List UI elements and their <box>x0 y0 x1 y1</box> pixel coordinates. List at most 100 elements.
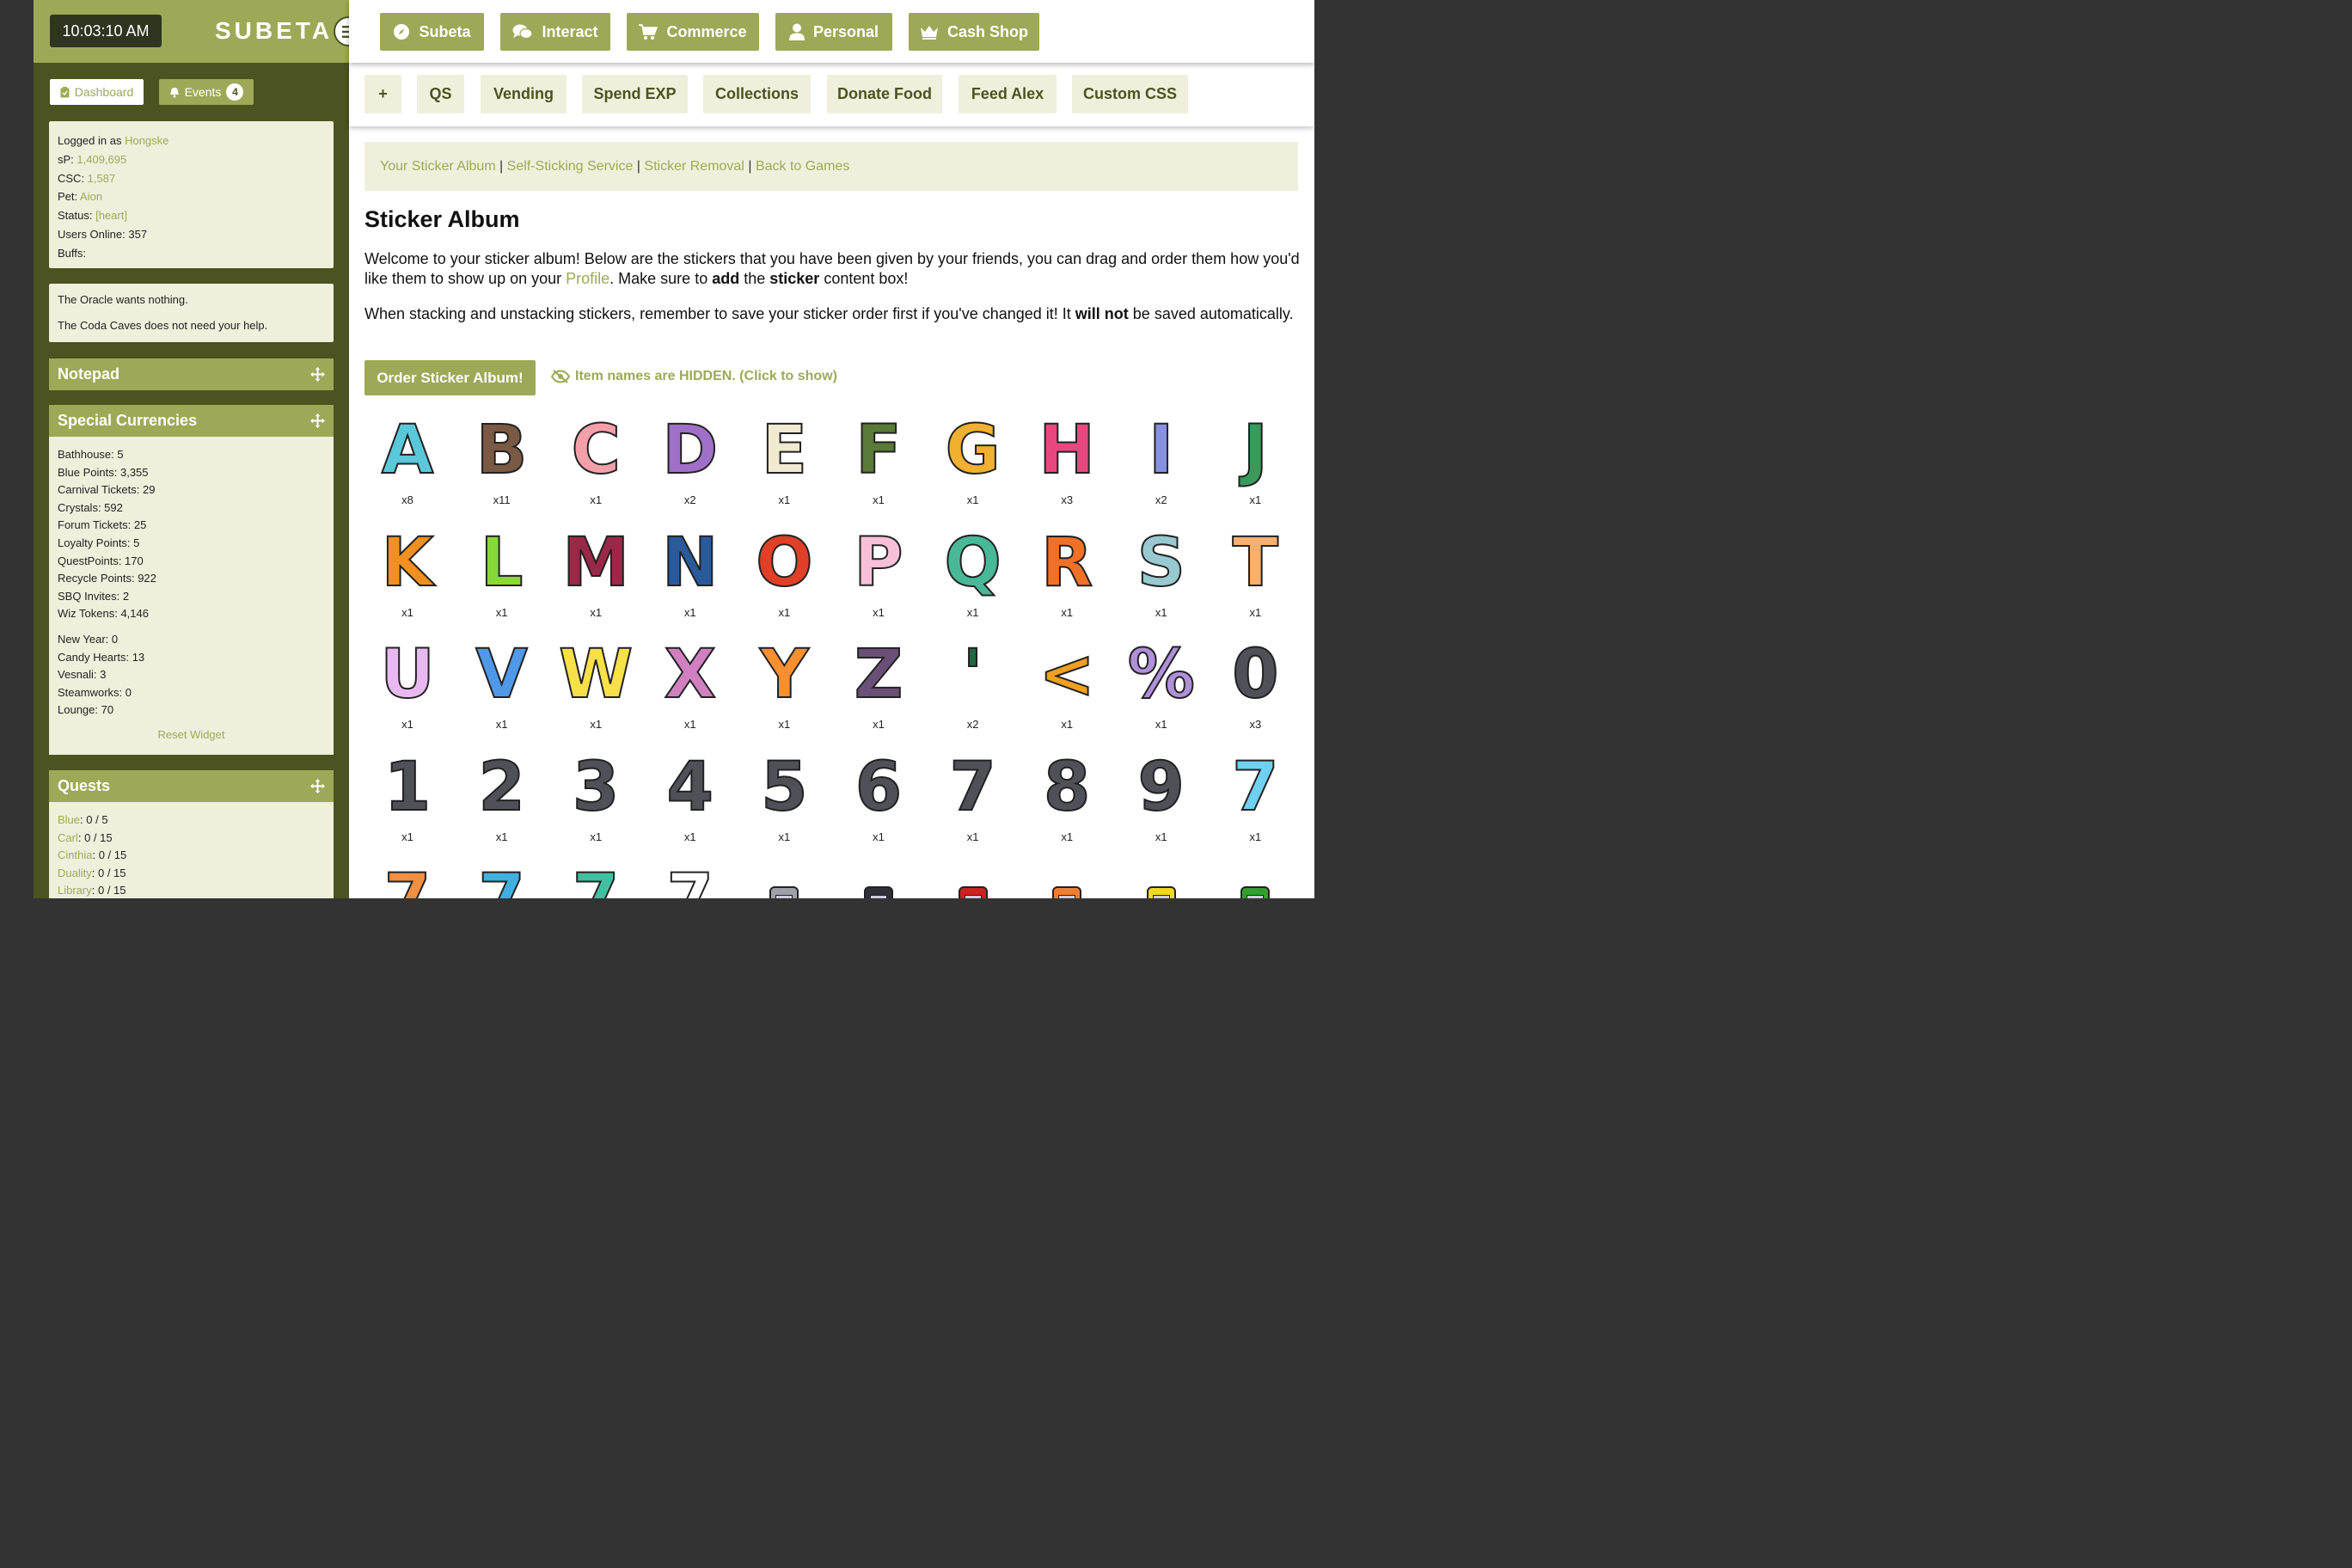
nav-subeta[interactable]: Subeta <box>380 13 484 51</box>
sticker-item[interactable] <box>1024 857 1118 898</box>
quest-name-link[interactable]: Cinthia <box>58 848 92 861</box>
sticker-item[interactable]: 1 x1 <box>364 745 459 857</box>
sticker-item[interactable]: Vx1 <box>459 633 554 744</box>
sticker-item[interactable]: 3 x1 <box>553 745 647 857</box>
sticker-item[interactable]: Gx1 <box>930 408 1025 520</box>
quest-name-link[interactable]: Blue <box>58 813 80 826</box>
sticker-item[interactable]: 9 x1 <box>1118 745 1213 857</box>
quick-link-vending[interactable]: Vending <box>481 75 567 113</box>
quick-link-collections[interactable]: Collections <box>703 75 811 113</box>
sticker-item[interactable]: Ox1 <box>741 521 836 633</box>
sticker-item[interactable] <box>1212 857 1307 898</box>
move-icon[interactable] <box>310 413 325 428</box>
sticker-glyph: 7 <box>572 863 620 898</box>
events-button[interactable]: Events 4 <box>159 79 254 105</box>
quick-link-qs[interactable]: QS <box>417 75 464 113</box>
sticker-item[interactable]: 7 <box>459 857 554 898</box>
sticker-item[interactable]: Ax8 <box>364 408 459 520</box>
sticker-item[interactable]: Zx1 <box>836 633 930 744</box>
sticker-item[interactable]: Hx3 <box>1024 408 1118 520</box>
quest-name-link[interactable]: Duality <box>58 867 92 879</box>
sticker-item[interactable]: Lx1 <box>459 521 554 633</box>
sticker-item[interactable]: Rx1 <box>1024 521 1118 633</box>
quest-name-link[interactable]: Carl <box>58 831 78 844</box>
sticker-item[interactable]: Bx11 <box>459 408 554 520</box>
link-back-to-games[interactable]: Back to Games <box>756 159 849 174</box>
sticker-item[interactable]: 5 x1 <box>741 745 836 857</box>
sticker-glyph: K <box>381 524 434 602</box>
pet-link[interactable]: Aion <box>80 190 102 203</box>
nav-cash-shop[interactable]: Cash Shop <box>909 13 1039 51</box>
quick-link-add[interactable]: + <box>364 75 401 113</box>
quest-progress: : 0 / 5 <box>80 813 108 826</box>
coda-caves-status: The Coda Caves does not need your help. <box>58 319 268 332</box>
link-your-sticker-album[interactable]: Your Sticker Album <box>380 159 496 174</box>
nav-personal[interactable]: Personal <box>775 13 892 51</box>
order-sticker-album-button[interactable]: Order Sticker Album! <box>364 360 536 395</box>
sticker-item[interactable]: < x1 <box>1024 633 1118 744</box>
currencies-widget-header[interactable]: Special Currencies <box>49 405 334 437</box>
sticker-item[interactable]: 4 x1 <box>647 745 742 857</box>
sticker-item[interactable]: 7 <box>364 857 459 898</box>
sticker-item[interactable]: ' x2 <box>930 633 1025 744</box>
sticker-item[interactable]: Ix2 <box>1118 408 1213 520</box>
username-link[interactable]: Hongske <box>125 134 168 147</box>
quick-link-feed-alex[interactable]: Feed Alex <box>959 75 1057 113</box>
sticker-item[interactable]: 6 x1 <box>836 745 930 857</box>
sticker-item[interactable]: 2 x1 <box>459 745 554 857</box>
sticker-item[interactable]: 7 <box>553 857 647 898</box>
sticker-item[interactable]: Yx1 <box>741 633 836 744</box>
sticker-item[interactable]: Ux1 <box>364 633 459 744</box>
sticker-item[interactable]: Px1 <box>836 521 930 633</box>
quick-link-donate-food[interactable]: Donate Food <box>827 75 942 113</box>
sticker-item[interactable]: 8 x1 <box>1024 745 1118 857</box>
nav-commerce[interactable]: Commerce <box>627 13 759 51</box>
link-self-sticking-service[interactable]: Self-Sticking Service <box>507 159 634 174</box>
sp-value[interactable]: 1,409,695 <box>77 153 126 166</box>
sticker-item[interactable]: Qx1 <box>930 521 1025 633</box>
separator: | <box>495 159 507 174</box>
quick-link-custom-css[interactable]: Custom CSS <box>1072 75 1188 113</box>
sticker-item[interactable]: Sx1 <box>1118 521 1213 633</box>
sticker-item[interactable]: Xx1 <box>647 633 742 744</box>
sticker-item[interactable]: Ex1 <box>741 408 836 520</box>
dashboard-button[interactable]: Dashboard <box>50 79 144 105</box>
quests-widget-header[interactable]: Quests <box>49 770 334 802</box>
sticker-item[interactable]: % x1 <box>1118 633 1213 744</box>
link-sticker-removal[interactable]: Sticker Removal <box>644 159 744 174</box>
sticker-item[interactable]: 7 <box>647 857 742 898</box>
sticker-item[interactable] <box>1118 857 1213 898</box>
sticker-item[interactable]: Tx1 <box>1212 521 1307 633</box>
eye-slash-icon <box>551 370 570 383</box>
sticker-item[interactable]: Wx1 <box>553 633 647 744</box>
csc-value[interactable]: 1,587 <box>88 172 116 185</box>
move-icon[interactable] <box>310 779 325 793</box>
sticker-item[interactable]: 7 x1 <box>1212 745 1307 857</box>
sticker-item[interactable] <box>741 857 836 898</box>
sticker-glyph: 7 <box>383 863 432 898</box>
sticker-item[interactable]: Jx1 <box>1212 408 1307 520</box>
sticker-item[interactable]: Nx1 <box>647 521 742 633</box>
sticker-item[interactable]: 7 x1 <box>930 745 1025 857</box>
brand-logo[interactable]: SUBETA <box>215 15 333 46</box>
sticker-item[interactable]: Dx2 <box>647 408 742 520</box>
item-names-toggle[interactable]: Item names are HIDDEN. (Click to show) <box>551 369 837 384</box>
nav-interact[interactable]: Interact <box>500 13 610 51</box>
status-value[interactable]: [heart] <box>95 209 127 222</box>
user-info-box: Logged in as Hongske sP: 1,409,695 CSC: … <box>49 121 334 268</box>
sticker-item[interactable]: Kx1 <box>364 521 459 633</box>
sticker-item[interactable]: 0 x3 <box>1212 633 1307 744</box>
reset-widget-link[interactable]: Reset Widget <box>58 728 325 741</box>
quick-link-spend-exp[interactable]: Spend EXP <box>582 75 688 113</box>
sticker-item[interactable]: Fx1 <box>836 408 930 520</box>
sticker-item[interactable] <box>930 857 1025 898</box>
quest-name-link[interactable]: Library <box>58 884 92 897</box>
sticker-item[interactable] <box>836 857 930 898</box>
warning-bold: will not <box>1075 305 1129 322</box>
sticker-item[interactable]: Mx1 <box>553 521 647 633</box>
sticker-glyph: W <box>558 636 634 714</box>
profile-link[interactable]: Profile <box>566 270 609 287</box>
notepad-widget-header[interactable]: Notepad <box>49 358 334 390</box>
sticker-item[interactable]: Cx1 <box>553 408 647 520</box>
move-icon[interactable] <box>310 367 325 382</box>
